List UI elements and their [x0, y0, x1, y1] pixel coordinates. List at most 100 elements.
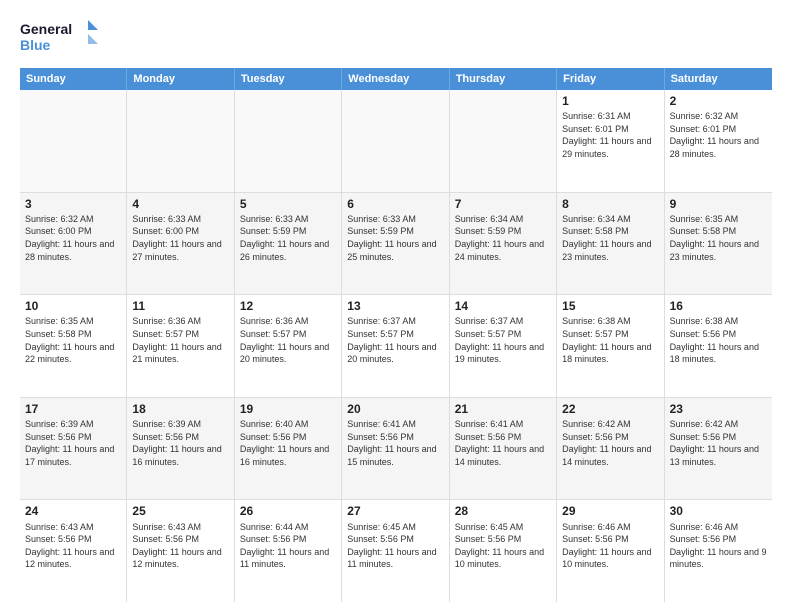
- day-number: 17: [25, 401, 121, 417]
- cell-info: Sunrise: 6:42 AM Sunset: 5:56 PM Dayligh…: [670, 418, 767, 468]
- day-number: 23: [670, 401, 767, 417]
- cell-info: Sunrise: 6:35 AM Sunset: 5:58 PM Dayligh…: [25, 315, 121, 365]
- calendar-cell: 29 Sunrise: 6:46 AM Sunset: 5:56 PM Dayli…: [557, 500, 664, 602]
- calendar-cell: 5Sunrise: 6:33 AM Sunset: 5:59 PM Daylig…: [235, 193, 342, 295]
- cell-info: Sunrise: 6:46 AM Sunset: 5:56 PM Dayligh…: [562, 521, 658, 571]
- cell-info: Sunrise: 6:40 AM Sunset: 5:56 PM Dayligh…: [240, 418, 336, 468]
- calendar-cell: 2Sunrise: 6:32 AM Sunset: 6:01 PM Daylig…: [665, 90, 772, 192]
- cell-info: Sunrise: 6:39 AM Sunset: 5:56 PM Dayligh…: [25, 418, 121, 468]
- calendar-cell: 18Sunrise: 6:39 AM Sunset: 5:56 PM Dayli…: [127, 398, 234, 500]
- empty-cell: [20, 90, 127, 192]
- weekday-header: Saturday: [665, 68, 772, 90]
- calendar-row: 1Sunrise: 6:31 AM Sunset: 6:01 PM Daylig…: [20, 90, 772, 193]
- cell-info: Sunrise: 6:45 AM Sunset: 5:56 PM Dayligh…: [347, 521, 443, 571]
- calendar-cell: 30Sunrise: 6:46 AM Sunset: 5:56 PM Dayli…: [665, 500, 772, 602]
- day-number: 14: [455, 298, 551, 314]
- day-number: 24: [25, 503, 121, 519]
- calendar-cell: 23Sunrise: 6:42 AM Sunset: 5:56 PM Dayli…: [665, 398, 772, 500]
- day-number: 9: [670, 196, 767, 212]
- logo-svg: General Blue: [20, 16, 100, 60]
- cell-info: Sunrise: 6:45 AM Sunset: 5:56 PM Dayligh…: [455, 521, 551, 571]
- calendar: SundayMondayTuesdayWednesdayThursdayFrid…: [20, 68, 772, 602]
- svg-text:General: General: [20, 21, 72, 37]
- weekday-header: Wednesday: [342, 68, 449, 90]
- day-number: 12: [240, 298, 336, 314]
- calendar-cell: 9Sunrise: 6:35 AM Sunset: 5:58 PM Daylig…: [665, 193, 772, 295]
- header: General Blue: [20, 16, 772, 60]
- calendar-cell: 3Sunrise: 6:32 AM Sunset: 6:00 PM Daylig…: [20, 193, 127, 295]
- day-number: 1: [562, 93, 658, 109]
- calendar-row: 10Sunrise: 6:35 AM Sunset: 5:58 PM Dayli…: [20, 295, 772, 398]
- page: General Blue SundayMondayTuesdayWednesda…: [0, 0, 792, 612]
- calendar-cell: 7Sunrise: 6:34 AM Sunset: 5:59 PM Daylig…: [450, 193, 557, 295]
- day-number: 21: [455, 401, 551, 417]
- day-number: 28: [455, 503, 551, 519]
- empty-cell: [342, 90, 449, 192]
- calendar-cell: 27Sunrise: 6:45 AM Sunset: 5:56 PM Dayli…: [342, 500, 449, 602]
- calendar-cell: 16Sunrise: 6:38 AM Sunset: 5:56 PM Dayli…: [665, 295, 772, 397]
- cell-info: Sunrise: 6:36 AM Sunset: 5:57 PM Dayligh…: [240, 315, 336, 365]
- cell-info: Sunrise: 6:33 AM Sunset: 5:59 PM Dayligh…: [347, 213, 443, 263]
- cell-info: Sunrise: 6:33 AM Sunset: 5:59 PM Dayligh…: [240, 213, 336, 263]
- day-number: 3: [25, 196, 121, 212]
- calendar-cell: 1Sunrise: 6:31 AM Sunset: 6:01 PM Daylig…: [557, 90, 664, 192]
- calendar-cell: 6Sunrise: 6:33 AM Sunset: 5:59 PM Daylig…: [342, 193, 449, 295]
- cell-info: Sunrise: 6:37 AM Sunset: 5:57 PM Dayligh…: [347, 315, 443, 365]
- day-number: 8: [562, 196, 658, 212]
- day-number: 15: [562, 298, 658, 314]
- day-number: 25: [132, 503, 228, 519]
- calendar-cell: 19Sunrise: 6:40 AM Sunset: 5:56 PM Dayli…: [235, 398, 342, 500]
- weekday-header: Sunday: [20, 68, 127, 90]
- cell-info: Sunrise: 6:43 AM Sunset: 5:56 PM Dayligh…: [132, 521, 228, 571]
- svg-text:Blue: Blue: [20, 37, 51, 53]
- empty-cell: [127, 90, 234, 192]
- day-number: 20: [347, 401, 443, 417]
- calendar-cell: 10Sunrise: 6:35 AM Sunset: 5:58 PM Dayli…: [20, 295, 127, 397]
- calendar-cell: 17Sunrise: 6:39 AM Sunset: 5:56 PM Dayli…: [20, 398, 127, 500]
- cell-info: Sunrise: 6:39 AM Sunset: 5:56 PM Dayligh…: [132, 418, 228, 468]
- calendar-header: SundayMondayTuesdayWednesdayThursdayFrid…: [20, 68, 772, 90]
- calendar-cell: 8Sunrise: 6:34 AM Sunset: 5:58 PM Daylig…: [557, 193, 664, 295]
- calendar-cell: 13Sunrise: 6:37 AM Sunset: 5:57 PM Dayli…: [342, 295, 449, 397]
- calendar-cell: 15Sunrise: 6:38 AM Sunset: 5:57 PM Dayli…: [557, 295, 664, 397]
- cell-info: Sunrise: 6:37 AM Sunset: 5:57 PM Dayligh…: [455, 315, 551, 365]
- day-number: 13: [347, 298, 443, 314]
- day-number: 2: [670, 93, 767, 109]
- calendar-cell: 28 Sunrise: 6:45 AM Sunset: 5:56 PM Dayli…: [450, 500, 557, 602]
- calendar-body: 1Sunrise: 6:31 AM Sunset: 6:01 PM Daylig…: [20, 90, 772, 602]
- calendar-cell: 12Sunrise: 6:36 AM Sunset: 5:57 PM Dayli…: [235, 295, 342, 397]
- calendar-cell: 11Sunrise: 6:36 AM Sunset: 5:57 PM Dayli…: [127, 295, 234, 397]
- weekday-header: Friday: [557, 68, 664, 90]
- calendar-cell: 20Sunrise: 6:41 AM Sunset: 5:56 PM Dayli…: [342, 398, 449, 500]
- weekday-header: Thursday: [450, 68, 557, 90]
- cell-info: Sunrise: 6:42 AM Sunset: 5:56 PM Dayligh…: [562, 418, 658, 468]
- empty-cell: [450, 90, 557, 192]
- calendar-cell: 25 Sunrise: 6:43 AM Sunset: 5:56 PM Dayli…: [127, 500, 234, 602]
- calendar-cell: 22Sunrise: 6:42 AM Sunset: 5:56 PM Dayli…: [557, 398, 664, 500]
- day-number: 4: [132, 196, 228, 212]
- cell-info: Sunrise: 6:46 AM Sunset: 5:56 PM Dayligh…: [670, 521, 767, 571]
- day-number: 6: [347, 196, 443, 212]
- cell-info: Sunrise: 6:36 AM Sunset: 5:57 PM Dayligh…: [132, 315, 228, 365]
- weekday-header: Tuesday: [235, 68, 342, 90]
- day-number: 16: [670, 298, 767, 314]
- day-number: 5: [240, 196, 336, 212]
- logo: General Blue: [20, 16, 100, 60]
- cell-info: Sunrise: 6:43 AM Sunset: 5:56 PM Dayligh…: [25, 521, 121, 571]
- day-number: 22: [562, 401, 658, 417]
- cell-info: Sunrise: 6:32 AM Sunset: 6:00 PM Dayligh…: [25, 213, 121, 263]
- cell-info: Sunrise: 6:32 AM Sunset: 6:01 PM Dayligh…: [670, 110, 767, 160]
- weekday-header: Monday: [127, 68, 234, 90]
- calendar-cell: 14Sunrise: 6:37 AM Sunset: 5:57 PM Dayli…: [450, 295, 557, 397]
- empty-cell: [235, 90, 342, 192]
- day-number: 19: [240, 401, 336, 417]
- day-number: 18: [132, 401, 228, 417]
- day-number: 29: [562, 503, 658, 519]
- cell-info: Sunrise: 6:33 AM Sunset: 6:00 PM Dayligh…: [132, 213, 228, 263]
- day-number: 26: [240, 503, 336, 519]
- cell-info: Sunrise: 6:44 AM Sunset: 5:56 PM Dayligh…: [240, 521, 336, 571]
- day-number: 10: [25, 298, 121, 314]
- cell-info: Sunrise: 6:34 AM Sunset: 5:59 PM Dayligh…: [455, 213, 551, 263]
- day-number: 11: [132, 298, 228, 314]
- cell-info: Sunrise: 6:38 AM Sunset: 5:57 PM Dayligh…: [562, 315, 658, 365]
